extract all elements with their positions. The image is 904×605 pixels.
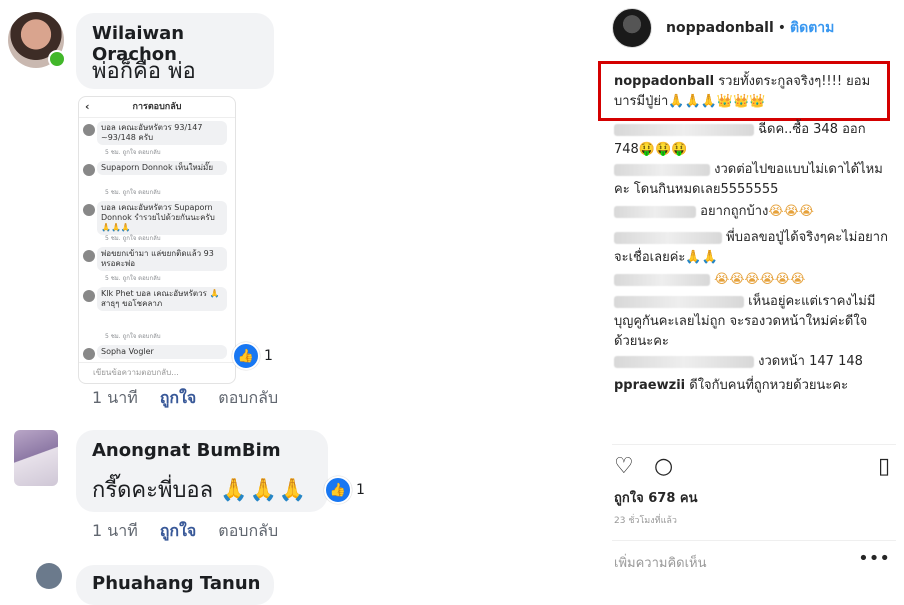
comment-text: กรี๊ดคะพี่บอล 🙏🙏🙏 [92,472,308,507]
comment-emoji: 😭😭😭 [768,204,814,219]
comment-icon[interactable]: ○ [654,454,673,479]
comment: ppraewzii ดีใจกับคนที่ถูกหวยด้วยนะคะ [614,376,890,396]
commenter-name[interactable]: Anongnat BumBim [92,440,281,461]
mini-reply-text: บอล เคณะอัษหรัตวร 93/147 ~93/148 ครับ [97,121,227,145]
mini-reply-meta: 5 ชม. ถูกใจ ตอบกลับ [105,275,161,282]
reply-compose-field: เขียนข้อความตอบกลับ... [79,362,235,383]
comment: เห็นอยู่คะแต่เราคงไม่มีบุญคูกันคะเลยไม่ถ… [614,292,890,352]
post-header: noppadonball • ติดตาม [666,20,835,36]
mini-reply-meta: 5 ชม. ถูกใจ ตอบกลับ [105,149,161,156]
comment-time[interactable]: 1 นาที [92,386,138,411]
mini-reply-text: Klk Phet บอล เคณะอัษหรัตวร 🙏 สาธุๆ ขอโชค… [97,287,227,311]
comment-text-body: กรี๊ดคะพี่บอล [92,478,214,503]
comment-text: ดีใจกับคนที่ถูกหวยด้วยนะคะ [689,378,849,393]
comment-emoji: 🤑🤑🤑 [638,142,688,157]
thumbs-up-icon: 👍 [324,476,352,504]
instagram-post-panel: noppadonball • ติดตาม noppadonball รวยทั้ง… [594,0,904,582]
profile-avatar[interactable] [612,8,652,48]
post-time: 23 ชั่วโมงที่แล้ว [614,516,677,526]
more-options-icon[interactable]: ••• [858,548,890,569]
mini-reply-text: พ่อขยกเข้ามา แล่ขยกติดแล้ว 93 หรอคะพ่อ [97,247,227,271]
divider [612,540,896,541]
comment: งวดหน้า 147 148 [614,352,890,372]
mini-avatar [83,164,95,176]
praying-hands-icon: 🙏🙏🙏 [220,478,309,503]
facebook-comments-panel: Wilaiwan Orachon พ่อก็คือ พ่อ ‹ การตอบกล… [0,0,588,605]
blurred-username [614,163,710,176]
mini-avatar [83,204,95,216]
screenshot-reply: พ่อขยกเข้ามา แล่ขยกติดแล้ว 93 หรอคะพ่อ 5… [79,244,235,284]
comment-text: อยากถูกบ้าง [700,204,769,219]
reply-button[interactable]: ตอบกลับ [218,519,278,544]
like-button[interactable]: ถูกใจ [160,386,197,411]
screenshot-reply: Supaporn Donnok เห็นใหม่มั๊ย 5 ชม. ถูกใจ… [79,158,235,198]
avatar[interactable] [36,563,62,589]
comment-actions: 1 นาที ถูกใจ ตอบกลับ [92,386,278,411]
screenshot-reply: บอล เคณะอัษหรัตวร Supaporn Donnok รำรวยไ… [79,198,235,244]
mini-reply-meta: 5 ชม. ถูกใจ ตอบกลับ [105,189,161,196]
like-count[interactable]: ถูกใจ 678 คน [614,487,697,508]
comment-bubble: Wilaiwan Orachon พ่อก็คือ พ่อ [76,13,274,89]
comment: 😭😭😭😭😭😭 [614,270,890,290]
blurred-username [614,295,744,308]
mini-avatar [83,124,95,136]
blurred-username [614,355,754,368]
blurred-username [614,205,696,218]
comment-emoji: 🙏🙏 [685,250,718,265]
blurred-username [614,273,710,286]
caption-emoji: 🙏🙏🙏👑👑👑 [668,94,766,109]
mini-reply-text: Sopha Vogler [97,345,227,359]
screenshot-reply: Klk Phet บอล เคณะอัษหรัตวร 🙏 สาธุๆ ขอโชค… [79,284,235,342]
username[interactable]: noppadonball [666,20,774,36]
reaction-number: 1 [264,348,273,364]
mini-reply-text: บอล เคณะอัษหรัตวร Supaporn Donnok รำรวยไ… [97,201,227,235]
caption-username[interactable]: noppadonball [614,74,714,89]
comment-text: พ่อก็คือ พ่อ [92,59,196,84]
bookmark-icon[interactable]: ▯ [878,454,890,479]
reaction-count[interactable]: 👍 1 [232,342,273,370]
heart-icon[interactable]: ♡ [614,454,634,479]
reaction-count[interactable]: 👍 1 [324,476,365,504]
comment-bubble: Phuahang Tanun [76,565,274,605]
comment: งวดต่อไปขอแบบไม่เดาได้ไหมคะ โดนกินหมดเลย… [614,160,890,200]
comment-text: งวดหน้า 147 148 [758,354,863,369]
back-arrow-icon: ‹ [85,100,90,113]
comment-username[interactable]: ppraewzii [614,378,685,393]
blurred-username [614,231,722,244]
comment: อยากถูกบ้าง😭😭😭 [614,202,890,222]
like-button[interactable]: ถูกใจ [160,519,197,544]
mini-reply-meta: 5 ชม. ถูกใจ ตอบกลับ [105,235,161,242]
reaction-number: 1 [356,482,365,498]
screenshot-reply: Sopha Vogler [79,342,235,362]
commenter-name[interactable]: Phuahang Tanun [92,573,260,594]
comment-time[interactable]: 1 นาที [92,519,138,544]
thumbs-up-icon: 👍 [232,342,260,370]
screenshot-title: การตอบกลับ [132,102,182,112]
avatar[interactable] [14,430,58,486]
add-comment-input[interactable]: เพิ่มความคิดเห็น [614,552,707,573]
comment-actions: 1 นาที ถูกใจ ตอบกลับ [92,519,278,544]
mini-reply-text: Supaporn Donnok เห็นใหม่มั๊ย [97,161,227,175]
screenshot-reply: บอล เคณะอัษหรัตวร 93/147 ~93/148 ครับ 5 … [79,118,235,158]
blurred-username [614,123,754,136]
mini-reply-meta: 5 ชม. ถูกใจ ตอบกลับ [105,333,161,340]
mini-avatar [83,348,95,360]
comment: พี่บอลขอปู่ได้จริงๆคะไม่อยากจะเชื่อเลยค่… [614,228,890,268]
comment: ฉีดค..ซื้อ 348 ออก 748🤑🤑🤑 [614,120,890,160]
mini-avatar [83,250,95,262]
divider [612,444,896,445]
comment-emoji: 😭😭😭😭😭😭 [714,272,806,287]
online-status-dot [48,50,66,68]
post-caption: noppadonball รวยทั้งตระกูลจริงๆ!!!! ยอมบ… [614,72,890,112]
mini-avatar [83,290,95,302]
attached-screenshot[interactable]: ‹ การตอบกลับ บอล เคณะอัษหรัตวร 93/147 ~9… [78,96,236,384]
screenshot-header: ‹ การตอบกลับ [79,97,235,118]
reply-button[interactable]: ตอบกลับ [218,386,278,411]
follow-button[interactable]: ติดตาม [790,20,834,36]
comment-bubble: Anongnat BumBim กรี๊ดคะพี่บอล 🙏🙏🙏 [76,430,328,512]
